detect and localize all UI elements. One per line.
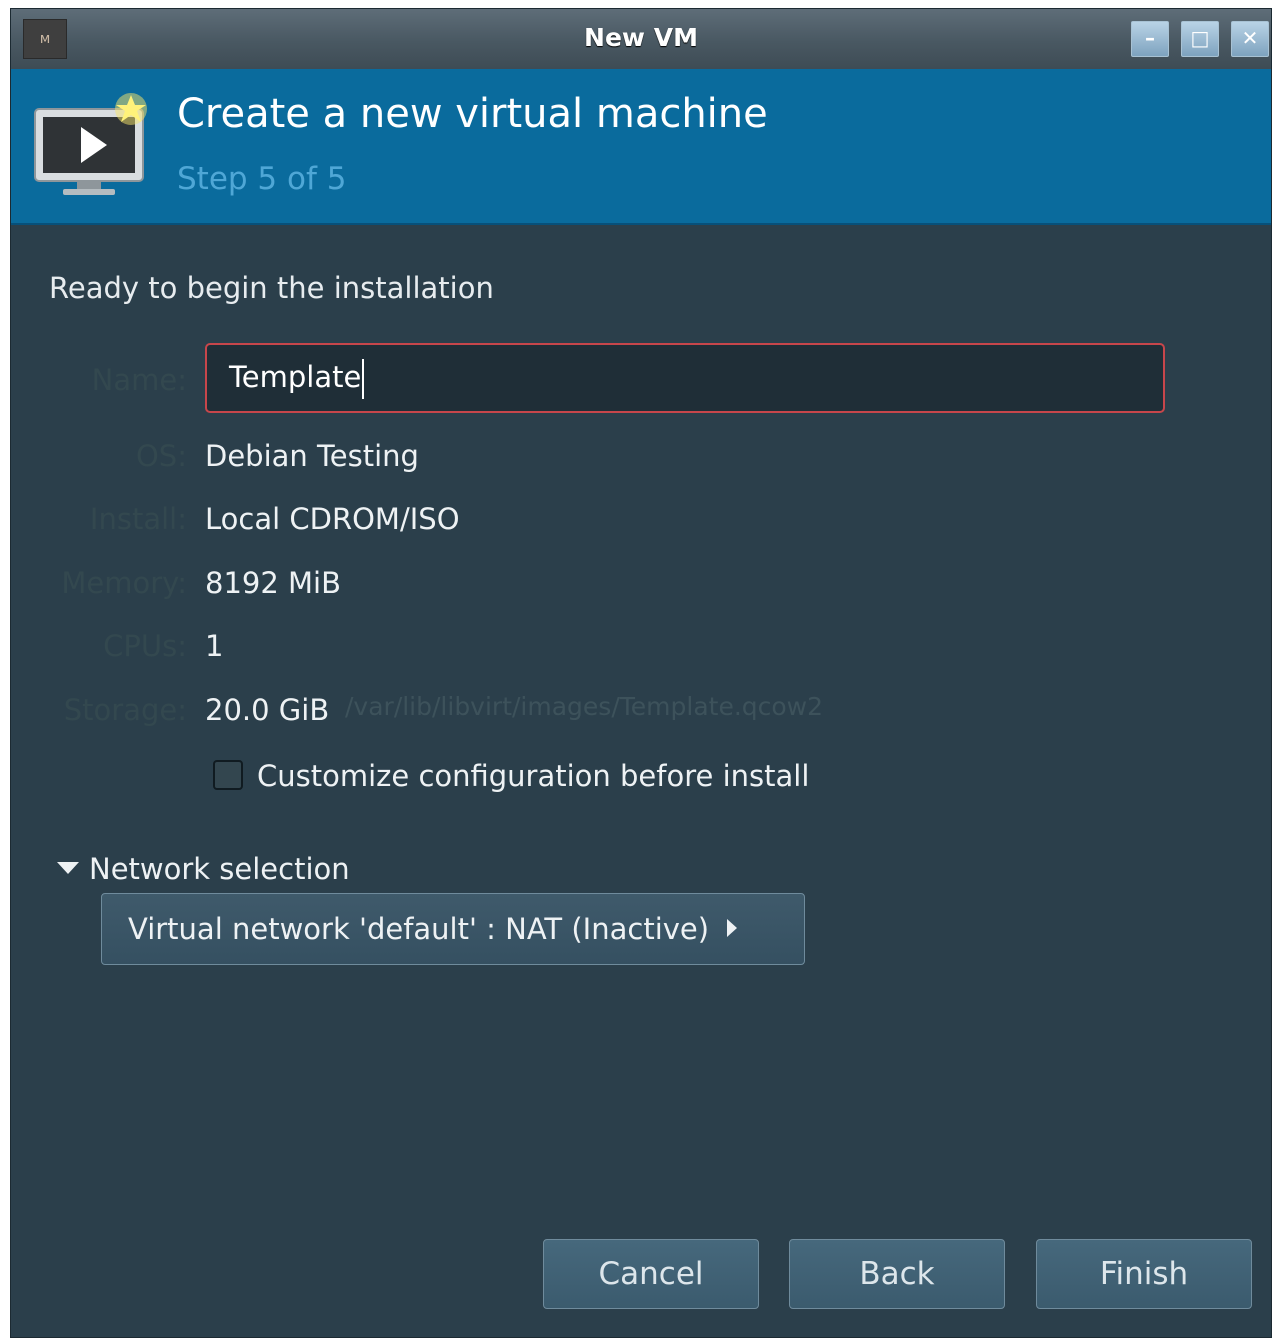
- os-label: OS:: [135, 439, 187, 473]
- close-icon[interactable]: ✕: [1231, 21, 1269, 57]
- ready-heading: Ready to begin the installation: [49, 271, 494, 305]
- network-source-dropdown[interactable]: Virtual network 'default' : NAT (Inactiv…: [101, 893, 805, 965]
- wizard-step: Step 5 of 5: [177, 161, 347, 197]
- wizard-title: Create a new virtual machine: [177, 91, 768, 137]
- vm-name-input[interactable]: Template: [205, 343, 1165, 413]
- new-vm-dialog: ᴍ New VM – □ ✕ Create a new virtual mach…: [10, 8, 1272, 1338]
- memory-value: 8192 MiB: [205, 566, 341, 600]
- customize-checkbox-label[interactable]: Customize configuration before install: [257, 759, 809, 793]
- storage-path: /var/lib/libvirt/images/Template.qcow2: [345, 692, 824, 721]
- window-title: New VM: [584, 23, 698, 52]
- maximize-icon[interactable]: □: [1181, 21, 1219, 57]
- network-selection-expander[interactable]: Network selection: [57, 852, 350, 886]
- title-bar[interactable]: ᴍ New VM – □ ✕: [11, 9, 1271, 70]
- customize-checkbox[interactable]: [213, 760, 243, 790]
- vm-name-value: Template: [229, 360, 362, 394]
- cpus-label: CPUs:: [103, 629, 187, 663]
- install-label: Install:: [89, 502, 187, 536]
- memory-label: Memory:: [61, 566, 187, 600]
- storage-label: Storage:: [63, 693, 187, 727]
- network-selection-label: Network selection: [89, 852, 350, 886]
- text-caret: [362, 359, 365, 399]
- minimize-icon[interactable]: –: [1131, 21, 1169, 57]
- expander-arrow-down-icon: [57, 862, 79, 874]
- name-label: Name:: [91, 363, 187, 397]
- back-button[interactable]: Back: [789, 1239, 1005, 1309]
- submenu-arrow-icon: [727, 919, 738, 937]
- cancel-button[interactable]: Cancel: [543, 1239, 759, 1309]
- install-value: Local CDROM/ISO: [205, 502, 460, 536]
- os-value: Debian Testing: [205, 439, 419, 473]
- cpus-value: 1: [205, 629, 224, 663]
- finish-button[interactable]: Finish: [1036, 1239, 1252, 1309]
- new-vm-monitor-icon: [34, 93, 147, 195]
- network-source-value: Virtual network 'default' : NAT (Inactiv…: [128, 912, 710, 946]
- storage-value: 20.0 GiB: [205, 693, 330, 727]
- wizard-header: Create a new virtual machine Step 5 of 5: [11, 69, 1271, 225]
